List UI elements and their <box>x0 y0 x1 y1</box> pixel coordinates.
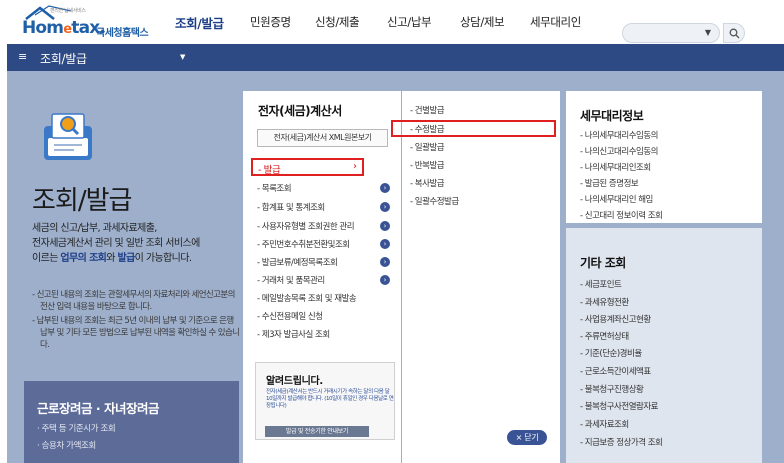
menu-item-third-party[interactable]: - 제3자 발급사실 조회 <box>257 328 330 340</box>
list-item[interactable]: - 나의신고대리수임동의 <box>580 145 658 157</box>
search-icon <box>729 28 740 39</box>
section-title[interactable]: 조회/발급 <box>40 50 87 67</box>
list-item[interactable]: - 나의세무대리인조회 <box>580 161 651 173</box>
nav-certificates[interactable]: 민원증명 <box>250 14 291 30</box>
list-item[interactable]: - 기준(단순)경비율 <box>580 347 642 359</box>
menu-item-mail-resend[interactable]: - 메일발송목록 조회 및 재발송 <box>257 292 357 304</box>
arrow-circle-icon[interactable]: › <box>380 202 390 212</box>
menu-item-list-inquiry[interactable]: - 목록조회 <box>257 182 292 194</box>
notice-box: 알려드립니다. 전자(세금)계산서는 반드시 거래시기가 속하는 달의 다음 달… <box>255 362 395 440</box>
issue-type-batch[interactable]: - 일괄발급 <box>410 141 445 153</box>
menu-item-pending-list[interactable]: - 발급보류/예정목록조회 <box>257 256 338 268</box>
hometax-logo[interactable]: 편리한 납세서비스 Hometax. 국세청홈택스 <box>22 4 152 39</box>
nav-apply-submit[interactable]: 신청/제출 <box>315 14 360 30</box>
hero-note: - 신고된 내용의 조회는 관할세무서의 자료처리와 세언신고분의 전산 입력 … <box>32 290 235 312</box>
issue-menu-item[interactable]: - 발급 › <box>251 158 364 176</box>
column-title: 기타 조회 <box>580 256 626 270</box>
menu-icon[interactable]: ≡ <box>18 50 27 63</box>
issue-label: - 발급 <box>258 165 281 176</box>
menu-item-partner-items[interactable]: - 거래처 및 품목관리 <box>257 274 325 286</box>
menu-item-resident-number[interactable]: - 주민번호수취분전환및조회 <box>257 238 350 250</box>
issue-type-batch-amend[interactable]: - 일괄수정발급 <box>410 195 459 207</box>
list-item[interactable]: - 근로소득간이세액표 <box>580 365 651 377</box>
search-button[interactable] <box>723 23 745 43</box>
xml-view-button[interactable]: 전자(세금)계산서 XML원본보기 <box>257 129 388 147</box>
arrow-circle-icon[interactable]: › <box>380 275 390 285</box>
column-title: 전자(세금)계산서 <box>258 104 342 118</box>
arrow-circle-icon[interactable]: › <box>380 239 390 249</box>
menu-item-receive-mail[interactable]: - 수신전용메일 신청 <box>257 310 323 322</box>
list-item[interactable]: - 과세자료조회 <box>580 418 629 430</box>
menu-item-user-permission[interactable]: - 사용자유형별 조회권한 관리 <box>257 220 355 232</box>
nav-consult-report[interactable]: 상담/제보 <box>460 14 505 30</box>
chevron-down-icon[interactable]: ▼ <box>180 53 185 61</box>
list-item[interactable]: - 주류면허상태 <box>580 330 629 342</box>
deadline-guide-button[interactable]: 발급 및 전송기한 안내보기 <box>265 426 369 437</box>
promo-link[interactable]: · 주택 등 기준시가 조회 <box>37 422 116 434</box>
hero-note: - 납부된 내용의 조회는 최근 5년 이내의 납부 및 기준으로 은행 납부 … <box>32 316 240 350</box>
document-magnifier-icon <box>44 113 92 160</box>
logo-brand: Hometax. <box>22 18 106 38</box>
promo-title[interactable]: 근로장려금 · 자녀장려금 <box>37 398 159 417</box>
issue-type-single[interactable]: - 건별발급 <box>410 104 445 116</box>
chevron-right-icon: › <box>353 161 357 172</box>
hero-title: 조회/발급 <box>32 186 132 216</box>
list-item[interactable]: - 사업용계좌신고현황 <box>580 313 651 325</box>
logo-agency-name: 국세청홈택스 <box>96 28 149 39</box>
hero-notes: - 신고된 내용의 조회는 관할세무서의 자료처리와 세언신고분의 전산 입력 … <box>32 289 242 353</box>
notice-title: 알려드립니다. <box>266 376 323 387</box>
arrow-circle-icon[interactable]: › <box>380 257 390 267</box>
logo-tagline: 편리한 납세서비스 <box>50 8 86 14</box>
hero-description: 세금의 신고/납부, 과세자료제출, 전자세금계산서 관리 및 일반 조회 서비… <box>32 223 200 264</box>
promo-link[interactable]: · 승용차 가액조회 <box>37 439 96 451</box>
notice-body: 전자(세금)계산서는 반드시 거래시기가 속하는 달의 다음 달 10일까지 발… <box>266 389 394 409</box>
list-item[interactable]: - 나의세무대리수임동의 <box>580 129 658 141</box>
column-title: 세무대리정보 <box>580 109 644 123</box>
arrow-circle-icon[interactable]: › <box>380 221 390 231</box>
list-item[interactable]: - 불복청구진행상황 <box>580 383 644 395</box>
nav-report-pay[interactable]: 신고/납부 <box>387 14 432 30</box>
list-item[interactable]: - 과세유형전환 <box>580 296 629 308</box>
top-header: 편리한 납세서비스 Hometax. 국세청홈택스 조회/발급 민원증명 신청/… <box>0 0 784 43</box>
section-navbar: ≡ 조회/발급 ▼ <box>7 44 784 71</box>
close-button[interactable]: × 닫기 <box>507 430 547 445</box>
search-dropdown-caret-icon[interactable]: ▼ <box>705 28 711 37</box>
amend-highlight-box <box>391 120 556 137</box>
menu-item-summary-stats[interactable]: - 합계표 및 통계조회 <box>257 201 325 213</box>
list-item[interactable]: - 나의세무대리인 해임 <box>580 193 653 205</box>
search-input[interactable]: ▼ <box>622 23 720 43</box>
promo-box[interactable]: 근로장려금 · 자녀장려금 · 주택 등 기준시가 조회 · 승용차 가액조회 <box>24 381 239 463</box>
list-item[interactable]: - 세금포인트 <box>580 278 622 290</box>
list-item[interactable]: - 지급보증 정상가격 조회 <box>580 436 663 448</box>
list-item[interactable]: - 불복청구사전열람자료 <box>580 400 658 412</box>
nav-tax-agent[interactable]: 세무대리인 <box>530 14 581 30</box>
issue-type-repeat[interactable]: - 반복발급 <box>410 159 445 171</box>
list-item[interactable]: - 신고대리 정보이력 조회 <box>580 209 663 221</box>
issue-type-copy[interactable]: - 복사발급 <box>410 177 445 189</box>
arrow-circle-icon[interactable]: › <box>380 183 390 193</box>
nav-inquiry-issue[interactable]: 조회/발급 <box>175 13 224 32</box>
list-item[interactable]: - 발급된 증명정보 <box>580 177 639 189</box>
